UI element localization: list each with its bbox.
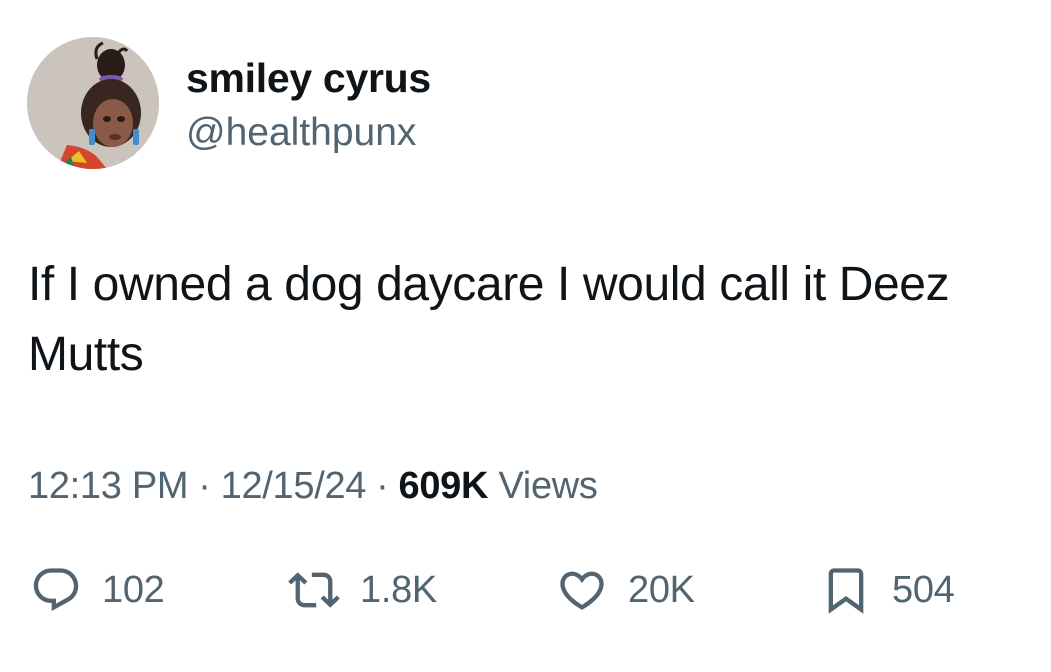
bookmark-icon xyxy=(818,562,874,618)
bookmark-count: 504 xyxy=(892,569,955,611)
tweet-text: If I owned a dog daycare I would call it… xyxy=(28,258,950,381)
repost-count: 1.8K xyxy=(360,569,437,611)
like-icon xyxy=(554,562,610,618)
like-button[interactable]: 20K xyxy=(554,560,695,620)
repost-icon xyxy=(286,562,342,618)
reply-count: 102 xyxy=(102,569,165,611)
tweet-meta: 12:13 PM · 12/15/24 · 609K Views xyxy=(28,463,598,509)
views-label: Views xyxy=(498,465,598,507)
reply-button[interactable]: 102 xyxy=(28,560,165,620)
like-count: 20K xyxy=(628,569,695,611)
avatar-image xyxy=(27,37,159,169)
meta-separator: · xyxy=(376,465,389,507)
bookmark-button[interactable]: 504 xyxy=(818,560,955,620)
avatar[interactable] xyxy=(27,37,159,169)
user-handle[interactable]: @healthpunx xyxy=(186,110,416,156)
reply-icon xyxy=(28,562,84,618)
action-bar: 102 1.8K 20K 504 xyxy=(28,560,1008,620)
repost-button[interactable]: 1.8K xyxy=(286,560,437,620)
tweet-time[interactable]: 12:13 PM xyxy=(28,465,189,507)
tweet-card: smiley cyrus @healthpunx If I owned a do… xyxy=(0,0,1051,672)
meta-separator: · xyxy=(198,465,211,507)
views-count: 609K xyxy=(398,465,489,507)
tweet-date[interactable]: 12/15/24 xyxy=(221,465,367,507)
display-name[interactable]: smiley cyrus xyxy=(186,54,431,102)
